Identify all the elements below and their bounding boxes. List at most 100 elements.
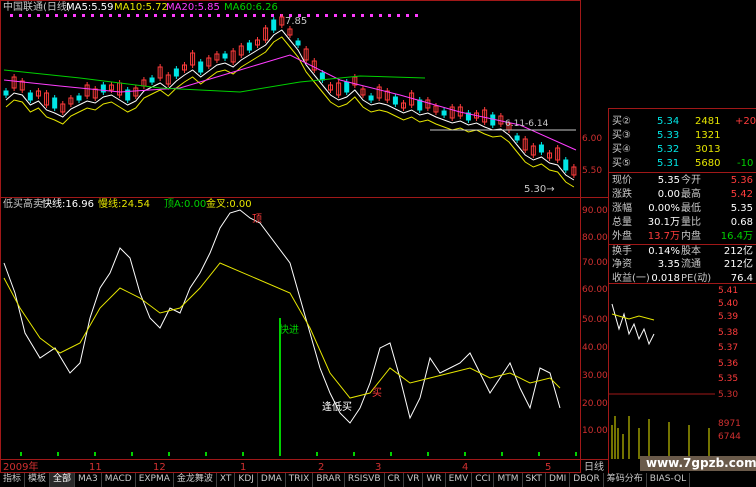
marker-dot xyxy=(325,14,328,17)
tab-item[interactable]: 全部 xyxy=(50,473,76,487)
tab-item[interactable]: 筹码分布 xyxy=(604,473,647,487)
intraday-price-line xyxy=(611,303,655,346)
ma10-line xyxy=(5,36,575,188)
tab-item[interactable]: BIAS-QL xyxy=(647,473,691,487)
tab-item[interactable]: WR xyxy=(423,473,446,487)
bid-price: 5.31 xyxy=(657,158,680,169)
tab-item[interactable]: BRAR xyxy=(313,473,345,487)
tab-item[interactable]: MACD xyxy=(102,473,136,487)
stat-value: 0.14% xyxy=(648,246,680,257)
marker-dot xyxy=(253,14,256,17)
marker-dot xyxy=(208,14,211,17)
top-signal: 顶 xyxy=(252,214,262,225)
tab-item[interactable]: MA3 xyxy=(75,473,102,487)
marker-dot xyxy=(37,14,40,17)
tab-item[interactable]: TRIX xyxy=(286,473,314,487)
stat-value: 0.00% xyxy=(648,203,680,214)
tab-item[interactable]: DMA xyxy=(258,473,286,487)
tab-item[interactable]: DBQR xyxy=(570,473,604,487)
candle-body xyxy=(514,135,520,141)
stat-value: 13.7万 xyxy=(647,231,680,242)
bid-row: 买④ 5.32 3013 xyxy=(609,143,756,157)
tab-item[interactable]: VR xyxy=(404,473,424,487)
range-note: 6.11-6.14 xyxy=(505,119,549,129)
tab-item[interactable]: CR xyxy=(385,473,405,487)
mini-axis-tick: 8971 xyxy=(718,419,741,429)
stat-label: 最高 xyxy=(681,189,701,200)
bid-row: 买② 5.34 2481 +20 xyxy=(609,115,756,129)
mini-axis-tick: 5.38 xyxy=(718,328,739,338)
indicator-axis-tick: 70.00 xyxy=(582,258,608,268)
stat-value: 0.68 xyxy=(730,217,753,228)
marker-dot xyxy=(163,14,166,17)
marker-dot xyxy=(379,14,382,17)
intraday-mini-chart[interactable] xyxy=(609,284,715,459)
indicator-name: 低买高卖 xyxy=(3,199,43,210)
tab-item[interactable]: DMI xyxy=(546,473,571,487)
marker-dot xyxy=(217,14,220,17)
stat-value: 30.1万 xyxy=(647,217,680,228)
marker-dot xyxy=(136,14,139,17)
price-chart[interactable] xyxy=(0,0,580,197)
period-label: 日线 xyxy=(584,462,604,473)
marker-dot xyxy=(199,14,202,17)
stats-row: 外盘 13.7万 内盘 16.4万 xyxy=(609,230,756,244)
bid-price: 5.32 xyxy=(657,144,680,155)
signal-tick xyxy=(242,452,244,456)
stat-value: 16.4万 xyxy=(720,231,753,242)
marker-dot xyxy=(307,14,310,17)
signal-tick xyxy=(353,452,355,456)
stats-row: 涨幅 0.00% 最低 5.35 xyxy=(609,202,756,216)
month-label: 2 xyxy=(318,462,325,473)
candle-body xyxy=(295,40,301,46)
stat-label: 流通 xyxy=(681,259,701,270)
signal-tick xyxy=(390,452,392,456)
signal-tick xyxy=(94,452,96,456)
stat-value: 5.36 xyxy=(730,175,753,186)
marker-dot xyxy=(19,14,22,17)
top-label: 顶A:0.00 xyxy=(164,199,207,210)
indicator-axis-tick: 50.00 xyxy=(582,315,608,325)
tab-item[interactable]: SKT xyxy=(523,473,546,487)
marker-dot xyxy=(28,14,31,17)
stat-label: 涨幅 xyxy=(612,203,632,214)
bid-row: 买⑤ 5.31 5680 -10 xyxy=(609,157,756,171)
bid-price: 5.34 xyxy=(657,116,680,127)
marker-dot xyxy=(415,14,418,17)
tab-item[interactable]: 模板 xyxy=(25,473,51,487)
signal-tick xyxy=(538,452,540,456)
candle-body xyxy=(271,19,277,31)
marker-dot xyxy=(46,14,49,17)
tab-item[interactable]: RSISVB xyxy=(345,473,385,487)
month-label: 1 xyxy=(240,462,247,473)
bid-price: 5.33 xyxy=(657,130,680,141)
tab-item[interactable]: XT xyxy=(217,473,236,487)
candle-body xyxy=(52,97,58,109)
indicator-tab-bar: 指标 模板 全部 MA3 MACD EXPMA 金龙舞波 XT KDJ DMA TRIX BRAR RS… xyxy=(0,473,691,487)
stat-label: 最低 xyxy=(681,203,701,214)
candle-body xyxy=(319,72,325,81)
tab-item[interactable]: EXPMA xyxy=(136,473,174,487)
bid-volume: 1321 xyxy=(695,130,721,141)
tab-item[interactable]: EMV xyxy=(446,473,473,487)
signal-tick xyxy=(427,452,429,456)
signal-tick xyxy=(279,452,281,456)
marker-dot xyxy=(271,14,274,17)
candle-body xyxy=(344,81,350,93)
price-axis-tick: 6.00 xyxy=(582,134,603,144)
signal-tick xyxy=(575,452,577,456)
tab-item[interactable]: CCI xyxy=(472,473,495,487)
stat-value: 5.35 xyxy=(730,203,753,214)
tab-item[interactable]: KDJ xyxy=(235,473,258,487)
month-label: 3 xyxy=(375,462,382,473)
signal-tick xyxy=(316,452,318,456)
marker-dot xyxy=(352,14,355,17)
tab-item[interactable]: MTM xyxy=(494,473,523,487)
ma5-label: MA5:5.59 xyxy=(66,2,114,13)
bid-volume: 5680 xyxy=(695,158,721,169)
candle-body xyxy=(149,77,155,83)
stat-value: 212亿 xyxy=(723,259,753,270)
tab-item[interactable]: 指标 xyxy=(0,473,26,487)
tab-item[interactable]: 金龙舞波 xyxy=(174,473,217,487)
month-label: 4 xyxy=(462,462,469,473)
